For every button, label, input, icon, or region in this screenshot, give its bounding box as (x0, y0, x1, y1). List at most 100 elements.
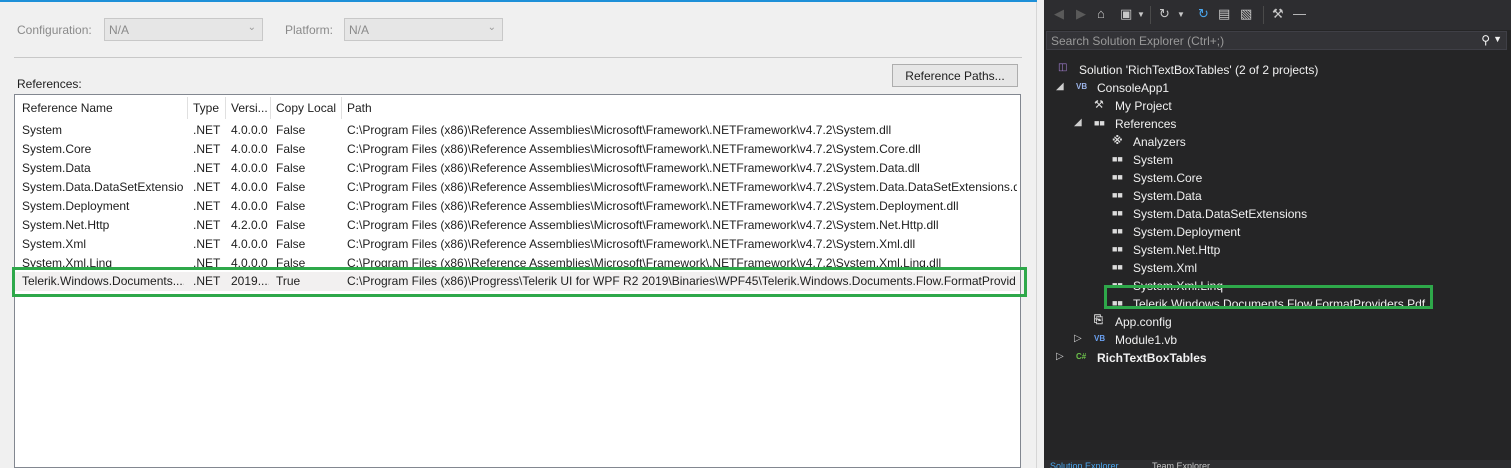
reference-icon: ■■ (1112, 208, 1123, 218)
tree-item-richtextboxtables[interactable]: ▷ C# RichTextBoxTables (1044, 349, 1504, 367)
forward-icon[interactable]: ▶ (1076, 6, 1086, 22)
collapsed-arrow-icon[interactable]: ▷ (1056, 351, 1064, 362)
cell-reference-name: System.Xml (22, 237, 87, 251)
references-table: Reference Name Type Versi... Copy Local … (14, 94, 1021, 468)
table-row[interactable]: System.Net.Http .NET 4.2.0.0 False C:\Progra… (15, 216, 1020, 235)
cell-type: .NET (193, 237, 221, 251)
cell-type: .NET (193, 199, 221, 213)
home-icon[interactable]: ⌂ (1097, 6, 1105, 21)
references-label: References: (17, 77, 82, 91)
tree-item-analyzers[interactable]: ※ Analyzers (1044, 133, 1504, 151)
tree-item-app-config[interactable]: ⎘ App.config (1044, 313, 1504, 331)
cell-path: C:\Program Files (x86)\Reference Assembl… (347, 123, 892, 137)
configuration-dropdown[interactable]: N/A ⌄ (104, 18, 263, 41)
table-row[interactable]: System.Core .NET 4.0.0.0 False C:\Program Fi… (15, 140, 1020, 159)
cell-reference-name: System.Data (22, 161, 91, 175)
cell-version: 4.0.0.0 (231, 161, 268, 175)
cell-type: .NET (193, 142, 221, 156)
search-icon[interactable]: ⚲ (1481, 33, 1490, 47)
table-row-selected[interactable]: Telerik.Windows.Documents.... .NET 2019...… (15, 272, 1020, 291)
tree-item-references[interactable]: ◢ ■■ References (1044, 115, 1504, 133)
column-divider[interactable] (270, 97, 271, 119)
search-options-dropdown-icon[interactable]: ▼ (1493, 34, 1502, 44)
solution-explorer-panel: ◀ ▶ ⌂ ▣ ▼ ↻ ▼ ↻ ▤ ▧ ⚒ — ⚲ ▼ ◫ Solution '… (1044, 0, 1511, 468)
tree-item-reference[interactable]: ■■ System.Xml.Linq (1044, 277, 1504, 295)
collapsed-arrow-icon[interactable]: ▷ (1074, 333, 1082, 344)
tree-item-reference[interactable]: ■■ System.Xml (1044, 259, 1504, 277)
cell-type: .NET (193, 180, 221, 194)
toolbar-separator (1150, 6, 1151, 24)
tree-item-reference[interactable]: ■■ System.Data (1044, 187, 1504, 205)
cell-version: 4.0.0.0 (231, 180, 268, 194)
tree-item-reference[interactable]: ■■ System (1044, 151, 1504, 169)
table-row[interactable]: System .NET 4.0.0.0 False C:\Program Files (… (15, 121, 1020, 140)
search-input[interactable] (1051, 33, 1471, 48)
references-icon: ■■ (1094, 118, 1105, 128)
platform-value: N/A (349, 23, 370, 37)
tree-item-consoleapp1[interactable]: ◢ VB ConsoleApp1 (1044, 79, 1504, 97)
cell-reference-name: System.Deployment (22, 199, 130, 213)
configuration-value: N/A (109, 23, 130, 37)
switch-views-icon[interactable]: ▣ (1120, 6, 1132, 22)
tree-item-reference[interactable]: ■■ System.Core (1044, 169, 1504, 187)
column-divider[interactable] (187, 97, 188, 119)
reference-icon: ■■ (1112, 244, 1123, 254)
tree-item-reference-telerik[interactable]: ■■ Telerik.Windows.Documents.Flow.Format… (1044, 295, 1504, 313)
cell-reference-name: System.Core (22, 142, 92, 156)
cell-path: C:\Program Files (x86)\Progress\Telerik … (347, 274, 1017, 288)
table-row[interactable]: System.Data .NET 4.0.0.0 False C:\Program Fi… (15, 159, 1020, 178)
search-box[interactable]: ⚲ ▼ (1046, 31, 1507, 50)
cell-type: .NET (193, 123, 221, 137)
back-icon[interactable]: ◀ (1054, 6, 1064, 22)
platform-dropdown[interactable]: N/A ⌄ (344, 18, 503, 41)
analyzers-icon: ※ (1112, 135, 1123, 147)
pending-changes-filter-icon[interactable]: ↻ (1159, 6, 1170, 22)
column-header-type[interactable]: Type (193, 101, 223, 115)
expanded-arrow-icon[interactable]: ◢ (1056, 81, 1064, 92)
configuration-label: Configuration: (17, 23, 92, 37)
table-row[interactable]: System.Deployment .NET 4.0.0.0 False C:\Prog… (15, 197, 1020, 216)
cell-path: C:\Program Files (x86)\Reference Assembl… (347, 237, 916, 251)
tab-solution-explorer[interactable]: Solution Explorer (1050, 461, 1140, 468)
cell-path: C:\Program Files (x86)\Reference Assembl… (347, 161, 920, 175)
cell-path: C:\Program Files (x86)\Reference Assembl… (347, 180, 1017, 194)
tree-item-reference[interactable]: ■■ System.Net.Http (1044, 241, 1504, 259)
cell-copy-local: False (276, 161, 306, 175)
tree-item-module1[interactable]: ▷ VB Module1.vb (1044, 331, 1504, 349)
column-header-version[interactable]: Versi... (231, 101, 269, 115)
properties-wrench-icon[interactable]: ⚒ (1272, 6, 1284, 22)
chevron-down-icon: ⌄ (487, 22, 496, 33)
expanded-arrow-icon[interactable]: ◢ (1074, 117, 1082, 128)
project-properties-pane: Configuration: N/A ⌄ Platform: N/A ⌄ Ref… (0, 0, 1037, 468)
tree-item-reference[interactable]: ■■ System.Data.DataSetExtensions (1044, 205, 1504, 223)
csharp-project-icon: C# (1076, 352, 1087, 361)
cell-version: 4.0.0.0 (231, 256, 268, 270)
tab-team-explorer[interactable]: Team Explorer (1152, 461, 1242, 468)
chevron-down-icon[interactable]: ▼ (1177, 10, 1185, 19)
column-header-copy-local[interactable]: Copy Local (276, 101, 342, 115)
column-header-reference-name[interactable]: Reference Name (22, 101, 182, 115)
collapse-all-icon[interactable]: ▤ (1218, 6, 1230, 22)
show-all-files-icon[interactable]: ▧ (1240, 6, 1252, 22)
chevron-down-icon[interactable]: ▼ (1137, 10, 1145, 19)
cell-reference-name: Telerik.Windows.Documents.... (22, 274, 184, 288)
column-divider[interactable] (225, 97, 226, 119)
tree-item-reference[interactable]: ■■ System.Deployment (1044, 223, 1504, 241)
cell-path: C:\Program Files (x86)\Reference Assembl… (347, 199, 959, 213)
cell-type: .NET (193, 161, 221, 175)
table-row[interactable]: System.Data.DataSetExtensions .NET 4.0.0.0… (15, 178, 1020, 197)
tree-item-my-project[interactable]: ⚒ My Project (1044, 97, 1504, 115)
preview-selected-items-icon[interactable]: — (1293, 6, 1306, 21)
cell-copy-local: False (276, 142, 306, 156)
cell-copy-local: False (276, 180, 306, 194)
column-header-path[interactable]: Path (347, 101, 547, 115)
vb-project-icon: VB (1076, 82, 1088, 91)
solution-icon: ◫ (1058, 62, 1068, 73)
reference-icon: ■■ (1112, 280, 1123, 290)
reference-paths-button[interactable]: Reference Paths... (892, 64, 1018, 87)
refresh-icon[interactable]: ↻ (1198, 6, 1209, 22)
table-row[interactable]: System.Xml.Linq .NET 4.0.0.0 False C:\Progra… (15, 254, 1020, 273)
table-row[interactable]: System.Xml .NET 4.0.0.0 False C:\Program Fil… (15, 235, 1020, 254)
column-divider[interactable] (341, 97, 342, 119)
tree-item-solution[interactable]: ◫ Solution 'RichTextBoxTables' (2 of 2 p… (1044, 61, 1504, 79)
